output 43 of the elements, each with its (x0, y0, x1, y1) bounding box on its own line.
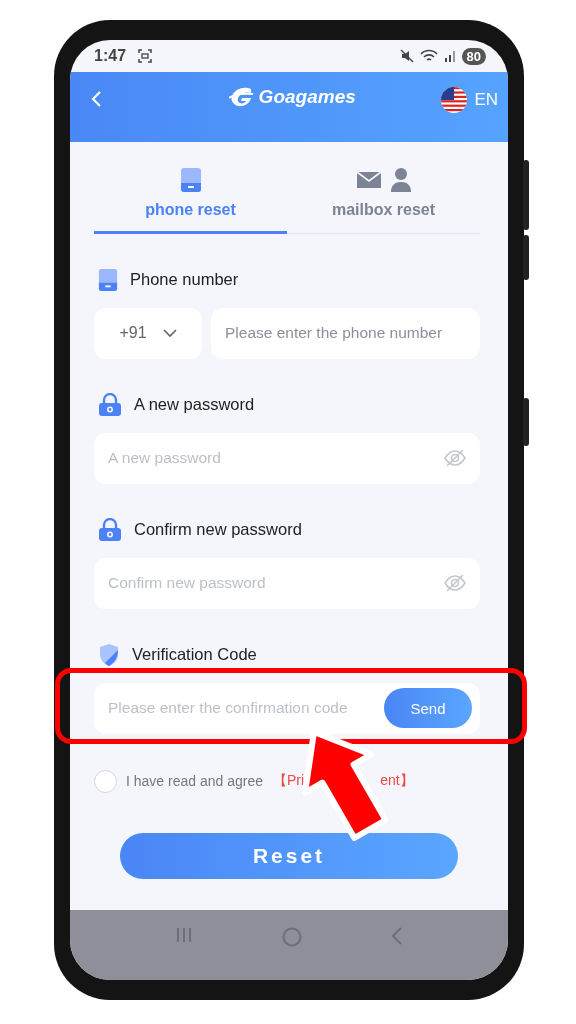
field-label: A new password (134, 395, 255, 414)
mute-icon (399, 49, 414, 63)
eye-slash-icon[interactable] (444, 448, 466, 468)
back-icon (90, 90, 102, 108)
signal-icon (443, 49, 456, 63)
screenshot-icon (138, 49, 153, 63)
person-icon (389, 167, 412, 193)
agree-checkbox[interactable] (94, 769, 117, 793)
battery-level: 80 (461, 47, 486, 65)
chevron-down-icon (162, 328, 177, 338)
password-input[interactable]: A new password (108, 432, 436, 484)
privacy-link[interactable]: 【Pri (273, 772, 305, 790)
app-title: Goagames (258, 86, 356, 108)
field-label: Confirm new password (134, 520, 302, 539)
phone-number-field[interactable]: Please enter the phone number (211, 307, 480, 359)
language-button[interactable]: EN (440, 86, 498, 114)
password-input[interactable]: Confirm new password (108, 557, 436, 609)
home-icon[interactable] (281, 926, 303, 948)
tab[interactable]: phone reset (94, 167, 287, 234)
lock-icon (98, 517, 122, 542)
tab[interactable]: mailbox reset (287, 167, 480, 234)
field-label: Phone number (130, 270, 239, 289)
back-icon[interactable] (390, 926, 405, 946)
shield-icon (98, 642, 120, 667)
reset-button[interactable]: Reset (120, 832, 458, 879)
code-input[interactable]: Please enter the confirmation code (108, 682, 376, 734)
lock-icon (98, 392, 122, 417)
phone-icon (179, 167, 202, 193)
privacy-link[interactable]: ent】 (380, 772, 414, 790)
password-field[interactable]: Confirm new password (94, 557, 480, 609)
wifi-icon (419, 49, 438, 63)
verification-code-field[interactable]: Please enter the confirmation code Send (94, 682, 480, 734)
envelope-icon (355, 170, 382, 190)
field-label: Verification Code (132, 645, 257, 664)
flag-icon (440, 86, 469, 114)
phone-icon (98, 267, 118, 292)
send-button[interactable]: Send (384, 688, 472, 728)
password-field[interactable]: A new password (94, 432, 480, 484)
agreement-text: I have read and agree (126, 773, 263, 789)
eye-slash-icon[interactable] (444, 573, 466, 593)
country-code-select[interactable]: +91 (94, 307, 202, 359)
status-time: 1:47 (94, 47, 127, 65)
logo-icon (228, 86, 255, 108)
